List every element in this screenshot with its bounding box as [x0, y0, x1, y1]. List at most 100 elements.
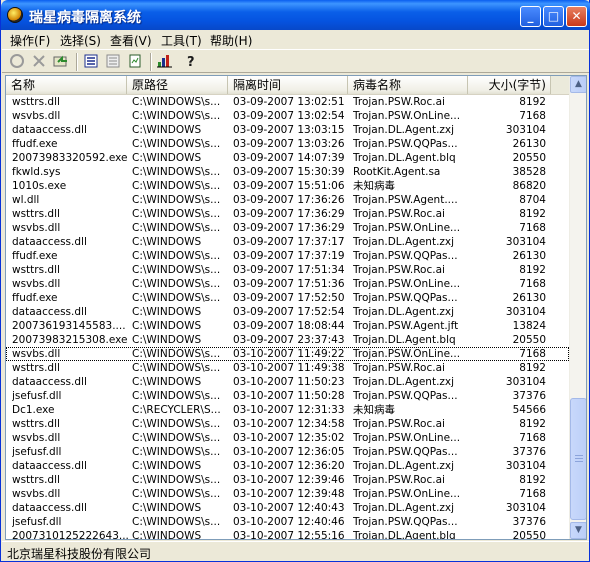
table-row[interactable]: wsvbs.dll C:\WINDOWS\s... 03-09-2007 17:36… [6, 221, 569, 235]
table-row[interactable]: wsvbs.dll C:\WINDOWS\s... 03-09-2007 13:02… [6, 109, 569, 123]
quarantine-list[interactable]: 名称 原路径 隔离时间 病毒名称 大小(字节) wsttrs.dll C:\WIN… [5, 75, 587, 540]
quarantine-time-cell: 03-10-2007 12:36:20 [233, 460, 345, 472]
menu-view[interactable]: 查看(V) [110, 32, 152, 49]
title-bar[interactable]: 瑞星病毒隔离系统 _ □ ✕ [1, 0, 590, 30]
table-row[interactable]: dataaccess.dll C:\WINDOWS 03-09-2007 17:52… [6, 305, 569, 319]
quarantine-time-cell: 03-09-2007 13:02:54 [233, 110, 345, 122]
table-row[interactable]: jsefusf.dll C:\WINDOWS\s... 03-10-2007 12:… [6, 445, 569, 459]
table-row[interactable]: wl.dll C:\WINDOWS\s... 03-09-2007 17:36:26… [6, 193, 569, 207]
virus-name-cell: Trojan.DL.Agent.zxj [353, 236, 455, 248]
virus-name-cell: Trojan.PSW.Roc.ai [353, 474, 445, 486]
column-header-name[interactable]: 名称 [6, 76, 127, 94]
original-path-cell: C:\WINDOWS [132, 502, 202, 514]
table-row[interactable]: dataaccess.dll C:\WINDOWS 03-09-2007 13:03… [6, 123, 569, 137]
original-path-cell: C:\WINDOWS [132, 376, 202, 388]
table-row[interactable]: wsttrs.dll C:\WINDOWS\s... 03-10-2007 12:3… [6, 473, 569, 487]
table-row[interactable]: dataaccess.dll C:\WINDOWS 03-10-2007 12:36… [6, 459, 569, 473]
original-path-cell: C:\WINDOWS\s... [132, 110, 221, 122]
table-row[interactable]: Dc1.exe C:\RECYCLER\S... 03-10-2007 12:31:… [6, 403, 569, 417]
table-row[interactable]: wsvbs.dll C:\WINDOWS\s... 03-10-2007 12:39… [6, 487, 569, 501]
table-row[interactable]: 1010s.exe C:\WINDOWS\s... 03-09-2007 15:51… [6, 179, 569, 193]
table-row[interactable]: wsvbs.dll C:\WINDOWS\s... 03-10-2007 11:49… [6, 347, 569, 361]
menu-tools[interactable]: 工具(T) [161, 32, 202, 49]
quarantine-time-cell: 03-10-2007 12:39:46 [233, 474, 345, 486]
quarantine-time-cell: 03-09-2007 17:52:54 [233, 306, 345, 318]
file-name-cell: wsvbs.dll [12, 278, 61, 290]
table-row[interactable]: wsvbs.dll C:\WINDOWS\s... 03-10-2007 12:35… [6, 431, 569, 445]
menu-help[interactable]: 帮助(H) [210, 32, 252, 49]
table-row[interactable]: 20073983320592.exe C:\WINDOWS 03-09-2007 1… [6, 151, 569, 165]
size-cell: 7168 [519, 488, 546, 500]
original-path-cell: C:\WINDOWS [132, 124, 202, 136]
virus-name-cell: Trojan.DL.Agent.zxj [353, 376, 455, 388]
detail-view-icon[interactable] [104, 53, 122, 71]
table-row[interactable]: wsttrs.dll C:\WINDOWS\s... 03-09-2007 17:5… [6, 263, 569, 277]
file-name-cell: wsvbs.dll [12, 432, 61, 444]
file-name-cell: 1010s.exe [12, 180, 67, 192]
original-path-cell: C:\WINDOWS\s... [132, 264, 221, 276]
quarantine-time-cell: 03-09-2007 17:36:29 [233, 222, 345, 234]
restore-icon[interactable] [52, 53, 70, 71]
scroll-down-button[interactable]: ▼ [570, 522, 586, 539]
file-name-cell: fkwld.sys [12, 166, 61, 178]
column-header-size[interactable]: 大小(字节) [468, 76, 551, 94]
file-name-cell: jsefusf.dll [12, 446, 62, 458]
size-cell: 303104 [505, 236, 546, 248]
delete-icon[interactable] [30, 53, 48, 71]
toolbar: ? [2, 49, 589, 73]
list-header: 名称 原路径 隔离时间 病毒名称 大小(字节) [6, 76, 569, 95]
size-cell: 303104 [505, 124, 546, 136]
chart-icon[interactable] [156, 53, 174, 71]
virus-name-cell: Trojan.PSW.Roc.ai [353, 418, 445, 430]
size-cell: 26130 [512, 138, 546, 150]
table-row[interactable]: 2007310125222643... C:\WINDOWS 03-10-2007 … [6, 529, 569, 540]
table-row[interactable]: ffudf.exe C:\WINDOWS\s... 03-09-2007 17:37… [6, 249, 569, 263]
table-row[interactable]: ffudf.exe C:\WINDOWS\s... 03-09-2007 13:03… [6, 137, 569, 151]
menu-operate[interactable]: 操作(F) [10, 32, 50, 49]
help-icon[interactable]: ? [182, 53, 200, 71]
table-row[interactable]: 200736193145583.... C:\WINDOWS 03-09-2007 … [6, 319, 569, 333]
scroll-up-button[interactable]: ▲ [570, 76, 586, 93]
menu-select[interactable]: 选择(S) [60, 32, 101, 49]
table-row[interactable]: 20073983215308.exe C:\WINDOWS 03-09-2007 2… [6, 333, 569, 347]
table-row[interactable]: fkwld.sys C:\WINDOWS\s... 03-09-2007 15:30… [6, 165, 569, 179]
virus-name-cell: Trojan.PSW.QQPas... [353, 516, 458, 528]
column-header-virus-name[interactable]: 病毒名称 [348, 76, 468, 94]
vertical-scrollbar[interactable]: ▲ ▼ [569, 76, 586, 539]
quarantine-time-cell: 03-10-2007 12:40:43 [233, 502, 345, 514]
size-cell: 8704 [519, 194, 546, 206]
table-row[interactable]: wsvbs.dll C:\WINDOWS\s... 03-09-2007 17:51… [6, 277, 569, 291]
table-row[interactable]: dataaccess.dll C:\WINDOWS 03-09-2007 17:37… [6, 235, 569, 249]
maximize-button[interactable]: □ [543, 6, 564, 27]
minimize-button[interactable]: _ [520, 6, 541, 27]
table-row[interactable]: ffudf.exe C:\WINDOWS\s... 03-09-2007 17:52… [6, 291, 569, 305]
original-path-cell: C:\WINDOWS [132, 334, 202, 346]
quarantine-time-cell: 03-10-2007 12:39:48 [233, 488, 345, 500]
svg-text:?: ? [187, 55, 195, 69]
quarantine-time-cell: 03-09-2007 13:03:15 [233, 124, 345, 136]
table-row[interactable]: wsttrs.dll C:\WINDOWS\s... 03-10-2007 11:4… [6, 361, 569, 375]
size-cell: 7168 [519, 348, 546, 360]
original-path-cell: C:\WINDOWS [132, 236, 202, 248]
scroll-thumb[interactable] [570, 398, 586, 520]
table-row[interactable]: wsttrs.dll C:\WINDOWS\s... 03-09-2007 13:0… [6, 95, 569, 109]
report-icon[interactable] [126, 53, 144, 71]
table-row[interactable]: wsttrs.dll C:\WINDOWS\s... 03-09-2007 17:3… [6, 207, 569, 221]
file-name-cell: wl.dll [12, 194, 40, 206]
virus-name-cell: Trojan.PSW.Roc.ai [353, 264, 445, 276]
table-row[interactable]: dataaccess.dll C:\WINDOWS 03-10-2007 11:50… [6, 375, 569, 389]
quarantine-time-cell: 03-10-2007 11:49:22 [233, 348, 345, 360]
quarantine-time-cell: 03-10-2007 12:35:02 [233, 432, 345, 444]
list-view-icon[interactable] [82, 53, 100, 71]
circle-icon[interactable] [8, 53, 26, 71]
virus-name-cell: Trojan.DL.Agent.blq [353, 152, 456, 164]
column-header-original-path[interactable]: 原路径 [127, 76, 228, 94]
column-header-quarantine-time[interactable]: 隔离时间 [228, 76, 348, 94]
file-name-cell: wsvbs.dll [12, 348, 61, 360]
table-row[interactable]: dataaccess.dll C:\WINDOWS 03-10-2007 12:40… [6, 501, 569, 515]
virus-name-cell: Trojan.DL.Agent.blq [353, 530, 456, 540]
close-button[interactable]: ✕ [566, 6, 587, 27]
table-row[interactable]: jsefusf.dll C:\WINDOWS\s... 03-10-2007 12:… [6, 515, 569, 529]
table-row[interactable]: wsttrs.dll C:\WINDOWS\s... 03-10-2007 12:3… [6, 417, 569, 431]
table-row[interactable]: jsefusf.dll C:\WINDOWS\s... 03-10-2007 11:… [6, 389, 569, 403]
